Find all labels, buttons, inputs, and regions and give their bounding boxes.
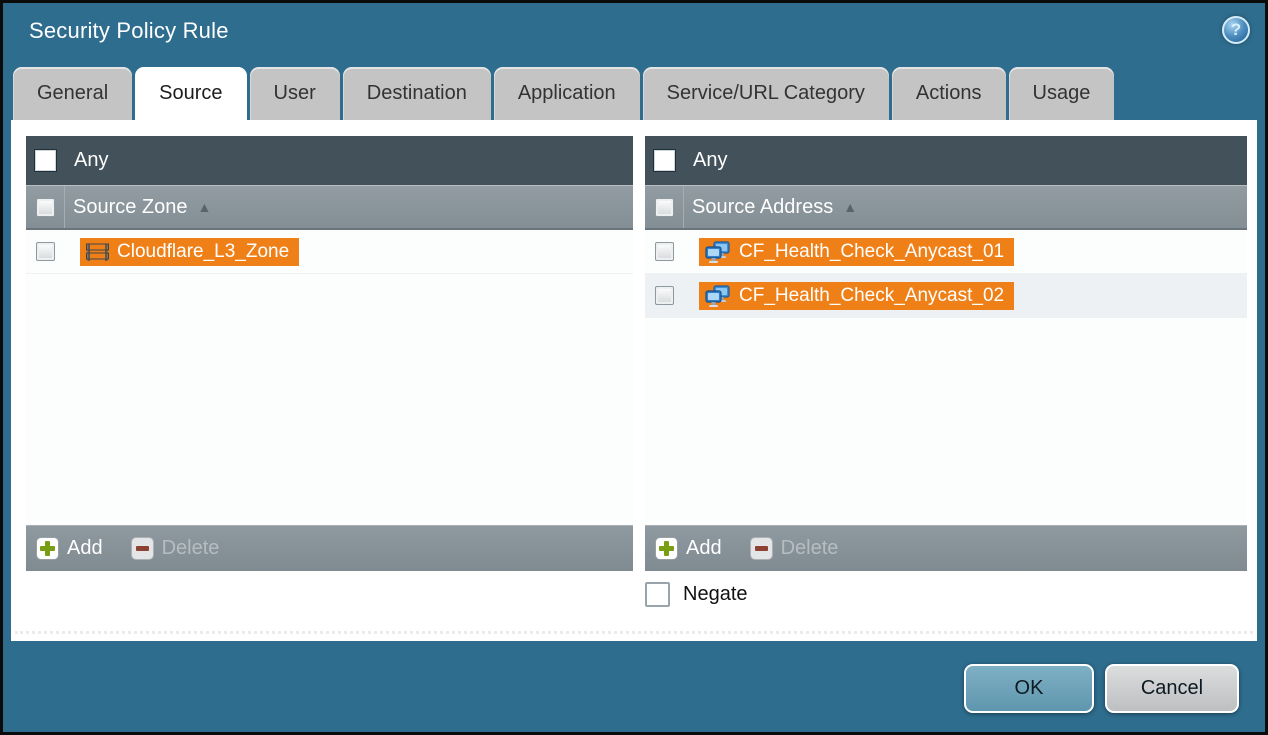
source-zone-panel: Any Source Zone ▲ Cloudflare_L3_Zone — [26, 136, 633, 571]
negate-label: Negate — [683, 583, 748, 606]
address-icon — [705, 241, 731, 263]
source-zone-toolbar: Add Delete — [26, 525, 633, 571]
tab-general[interactable]: General — [13, 67, 132, 120]
content-divider — [15, 631, 1253, 634]
tab-service-url-category[interactable]: Service/URL Category — [643, 67, 889, 120]
row-checkbox[interactable] — [655, 242, 674, 261]
address-icon — [705, 285, 731, 307]
column-header-label[interactable]: Source Address — [692, 196, 833, 219]
sort-ascending-icon: ▲ — [198, 200, 212, 214]
table-row: CF_Health_Check_Anycast_02 — [645, 274, 1247, 318]
negate-row: Negate — [645, 582, 748, 607]
tab-destination[interactable]: Destination — [343, 67, 491, 120]
object-label: CF_Health_Check_Anycast_01 — [739, 241, 1004, 263]
zone-icon — [86, 242, 109, 261]
help-icon[interactable]: ? — [1222, 16, 1250, 44]
object-label: Cloudflare_L3_Zone — [117, 241, 289, 263]
add-button-label: Add — [67, 537, 103, 560]
minus-icon — [750, 537, 773, 560]
select-all-checkbox[interactable] — [655, 198, 674, 217]
object-label: CF_Health_Check_Anycast_02 — [739, 285, 1004, 307]
delete-button[interactable]: Delete — [750, 537, 839, 560]
add-button[interactable]: Add — [36, 537, 103, 560]
table-row: CF_Health_Check_Anycast_01 — [645, 230, 1247, 274]
plus-icon — [36, 537, 59, 560]
dialog-content: Any Source Zone ▲ Cloudflare_L3_Zone — [11, 120, 1257, 641]
source-zone-any-label: Any — [74, 149, 108, 172]
negate-checkbox[interactable] — [645, 582, 670, 607]
source-address-any-bar: Any — [645, 136, 1247, 185]
source-zone-column-header: Source Zone ▲ — [26, 185, 633, 230]
tab-bar: GeneralSourceUserDestinationApplicationS… — [13, 67, 1114, 120]
tab-usage[interactable]: Usage — [1009, 67, 1115, 120]
tab-application[interactable]: Application — [494, 67, 640, 120]
object-chip[interactable]: CF_Health_Check_Anycast_01 — [699, 238, 1014, 266]
source-address-any-label: Any — [693, 149, 727, 172]
cancel-button[interactable]: Cancel — [1105, 664, 1239, 713]
delete-button-label: Delete — [162, 537, 220, 560]
table-row: Cloudflare_L3_Zone — [26, 230, 633, 274]
source-zone-any-checkbox[interactable] — [34, 149, 57, 172]
source-address-panel: Any Source Address ▲ CF_Health_Check_Any… — [645, 136, 1247, 571]
source-zone-list: Cloudflare_L3_Zone — [26, 230, 633, 525]
tab-actions[interactable]: Actions — [892, 67, 1006, 120]
delete-button-label: Delete — [781, 537, 839, 560]
delete-button[interactable]: Delete — [131, 537, 220, 560]
object-chip[interactable]: CF_Health_Check_Anycast_02 — [699, 282, 1014, 310]
add-button[interactable]: Add — [655, 537, 722, 560]
source-zone-any-bar: Any — [26, 136, 633, 185]
plus-icon — [655, 537, 678, 560]
sort-ascending-icon: ▲ — [843, 200, 857, 214]
dialog-title: Security Policy Rule — [29, 18, 229, 44]
add-button-label: Add — [686, 537, 722, 560]
security-policy-rule-dialog: Security Policy Rule ? GeneralSourceUser… — [0, 0, 1268, 735]
dialog-button-row: OK Cancel — [964, 664, 1239, 713]
row-checkbox[interactable] — [36, 242, 55, 261]
source-address-any-checkbox[interactable] — [653, 149, 676, 172]
column-header-label[interactable]: Source Zone — [73, 196, 188, 219]
source-address-list: CF_Health_Check_Anycast_01 CF_Health_Che… — [645, 230, 1247, 525]
source-address-toolbar: Add Delete — [645, 525, 1247, 571]
minus-icon — [131, 537, 154, 560]
source-address-column-header: Source Address ▲ — [645, 185, 1247, 230]
ok-button[interactable]: OK — [964, 664, 1094, 713]
select-all-checkbox[interactable] — [36, 198, 55, 217]
tab-user[interactable]: User — [250, 67, 340, 120]
tab-source[interactable]: Source — [135, 67, 246, 120]
row-checkbox[interactable] — [655, 286, 674, 305]
object-chip[interactable]: Cloudflare_L3_Zone — [80, 238, 299, 266]
